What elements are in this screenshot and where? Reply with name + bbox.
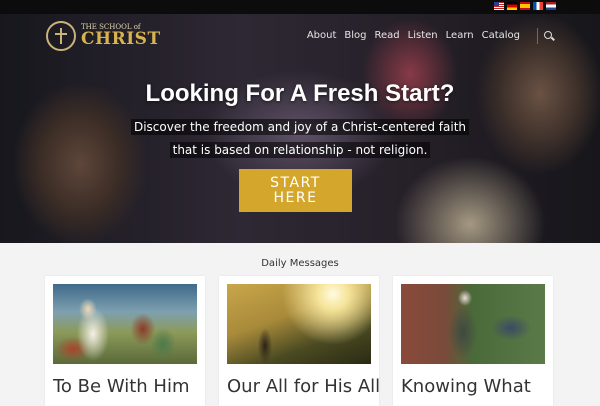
hero-title: Looking For A Fresh Start?	[145, 80, 455, 107]
hero-subtitle: Discover the freedom and joy of a Christ…	[0, 115, 600, 161]
language-flags	[494, 2, 556, 10]
main-nav: About Blog Read Listen Learn Catalog	[307, 30, 520, 41]
nav-catalog[interactable]: Catalog	[482, 30, 520, 41]
logo-big-text: CHRIST	[81, 29, 161, 49]
nav-listen[interactable]: Listen	[408, 30, 438, 41]
nav-about[interactable]: About	[307, 30, 337, 41]
hero-subtitle-line2: that is based on relationship - not reli…	[169, 142, 431, 158]
card-image[interactable]	[53, 284, 197, 364]
message-card[interactable]: Our All for His All	[219, 276, 380, 406]
card-image[interactable]	[401, 284, 545, 364]
flag-fr-icon[interactable]	[533, 2, 543, 10]
cta-line2: HERE	[273, 189, 318, 206]
nav-read[interactable]: Read	[375, 30, 400, 41]
daily-messages-heading: Daily Messages	[261, 258, 339, 269]
flag-nl-icon[interactable]	[546, 2, 556, 10]
site-logo[interactable]: THE SCHOOL of CHRIST	[46, 21, 161, 51]
nav-blog[interactable]: Blog	[344, 30, 366, 41]
nav-divider	[537, 28, 538, 44]
hero-banner: THE SCHOOL of CHRIST About Blog Read Lis…	[0, 14, 600, 243]
card-title[interactable]: Knowing What	[401, 376, 531, 397]
card-title[interactable]: To Be With Him	[53, 376, 189, 397]
flag-de-icon[interactable]	[507, 2, 517, 10]
top-bar	[0, 0, 600, 14]
message-card[interactable]: Knowing What	[393, 276, 553, 406]
seal-icon	[46, 21, 76, 51]
message-card[interactable]: To Be With Him	[45, 276, 205, 406]
cta-line1: START	[270, 174, 321, 191]
card-title[interactable]: Our All for His All	[227, 376, 380, 397]
hero-subtitle-line1: Discover the freedom and joy of a Christ…	[130, 119, 470, 135]
flag-es-icon[interactable]	[520, 2, 530, 10]
nav-learn[interactable]: Learn	[446, 30, 474, 41]
card-image[interactable]	[227, 284, 371, 364]
start-here-button[interactable]: START HERE	[239, 169, 352, 212]
flag-us-icon[interactable]	[494, 2, 504, 10]
search-icon[interactable]	[544, 31, 552, 39]
